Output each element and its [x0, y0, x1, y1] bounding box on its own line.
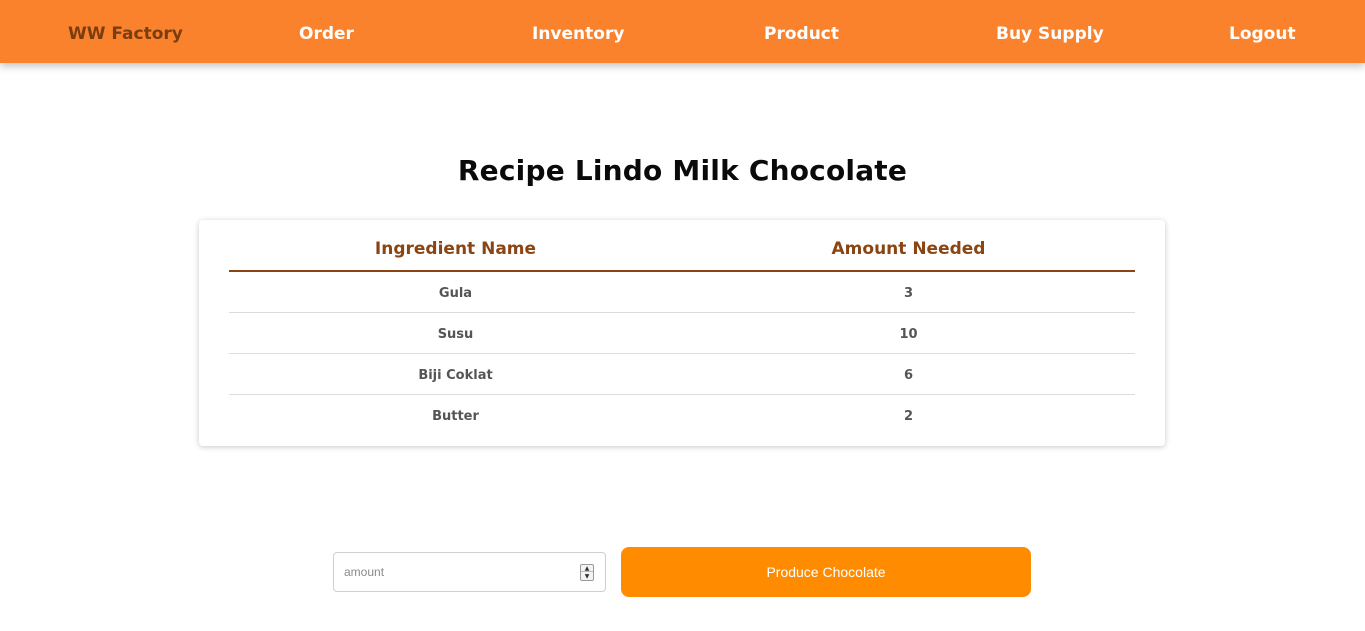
table-row: Gula 3: [229, 272, 1135, 313]
table-header: Ingredient Name Amount Needed: [229, 220, 1135, 272]
table-row: Susu 10: [229, 313, 1135, 354]
column-header-ingredient: Ingredient Name: [374, 239, 537, 259]
table-row: Biji Coklat 6: [229, 354, 1135, 395]
amount-needed-cell: 2: [903, 409, 914, 424]
amount-needed-cell: 10: [899, 327, 918, 342]
produce-chocolate-button[interactable]: Produce Chocolate: [621, 547, 1031, 597]
ingredient-name-cell: Susu: [437, 327, 474, 342]
nav-order[interactable]: Order: [299, 0, 354, 63]
ingredient-name-cell: Butter: [432, 409, 479, 424]
page-title: Recipe Lindo Milk Chocolate: [457, 154, 908, 187]
column-header-amount: Amount Needed: [831, 239, 986, 259]
recipe-table: Ingredient Name Amount Needed Gula 3 Sus…: [229, 220, 1135, 436]
nav-buy-supply[interactable]: Buy Supply: [996, 0, 1104, 63]
table-row: Butter 2: [229, 395, 1135, 436]
nav-logout[interactable]: Logout: [1229, 0, 1296, 63]
nav-inventory[interactable]: Inventory: [532, 0, 624, 63]
nav-product[interactable]: Product: [764, 0, 839, 63]
amount-needed-cell: 3: [903, 286, 914, 301]
amount-stepper[interactable]: ▲ ▼: [580, 564, 594, 581]
amount-needed-cell: 6: [903, 368, 914, 383]
brand-link[interactable]: WW Factory: [68, 0, 183, 63]
amount-input[interactable]: [334, 553, 574, 591]
amount-field: ▲ ▼: [333, 552, 606, 592]
ingredient-name-cell: Biji Coklat: [418, 368, 493, 383]
stepper-up-icon[interactable]: ▲: [581, 565, 593, 572]
recipe-card: Ingredient Name Amount Needed Gula 3 Sus…: [199, 220, 1165, 446]
stepper-down-icon[interactable]: ▼: [581, 573, 593, 580]
navbar: WW Factory Order Inventory Product Buy S…: [0, 0, 1365, 63]
ingredient-name-cell: Gula: [438, 286, 473, 301]
